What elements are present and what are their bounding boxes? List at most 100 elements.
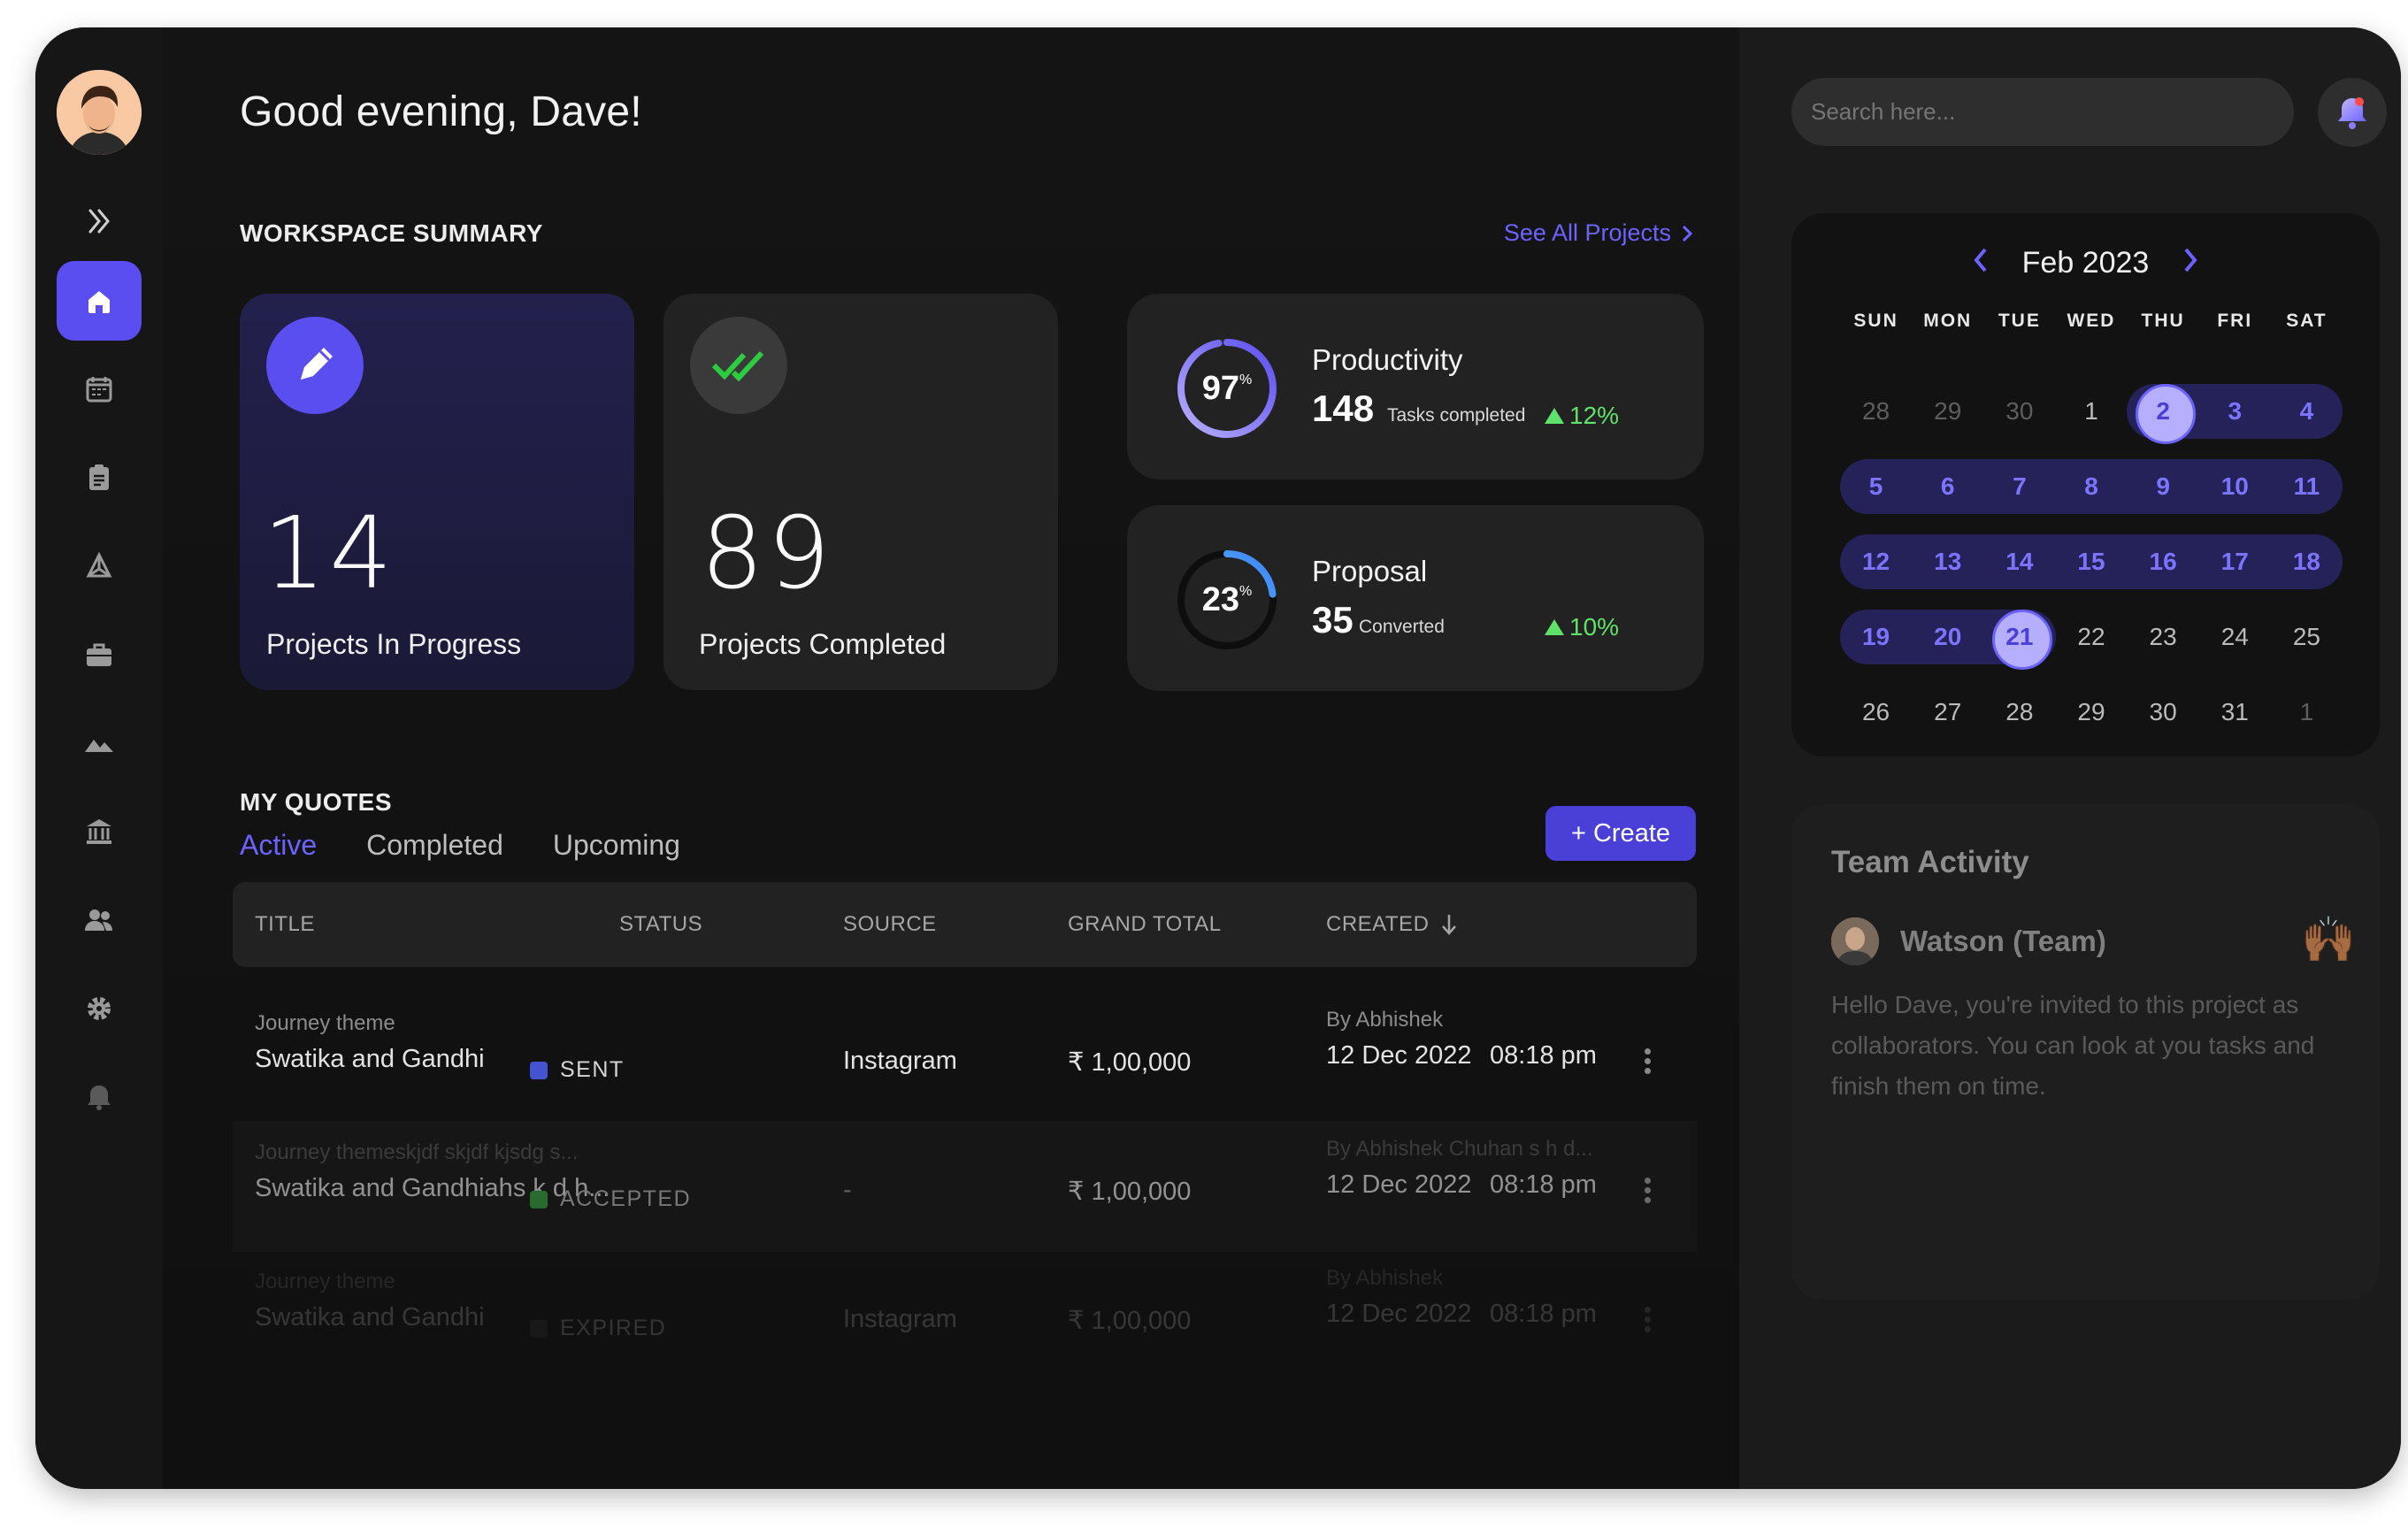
nav-users[interactable]	[57, 880, 142, 960]
calendar-day[interactable]: 24	[2199, 623, 2271, 651]
calendar-day[interactable]: 28	[1840, 397, 1912, 426]
projects-in-progress-card[interactable]: 14 Projects In Progress	[240, 294, 634, 690]
calendar-week: 5 6 7 8 9 10 11	[1840, 459, 2343, 514]
calendar-day[interactable]: 30	[1983, 397, 2055, 426]
calendar-day[interactable]: 11	[2271, 472, 2343, 501]
nav-network[interactable]	[57, 526, 142, 606]
main-content: Good evening, Dave! WORKSPACE SUMMARY Se…	[163, 27, 1739, 1489]
more-options-icon[interactable]	[1645, 1045, 1652, 1078]
col-grand-total[interactable]: GRAND TOTAL	[1068, 912, 1222, 937]
more-options-icon[interactable]	[1645, 1303, 1652, 1336]
row-date: 12 Dec 2022	[1326, 1041, 1472, 1070]
calendar-week: 28 29 30 1 2 3 4	[1840, 384, 2343, 444]
calendar-day[interactable]: 13	[1912, 548, 1983, 576]
tab-upcoming[interactable]: Upcoming	[553, 829, 680, 862]
calendar-day[interactable]: 30	[2128, 698, 2199, 726]
calendar-day[interactable]: 21	[1983, 610, 2055, 670]
home-icon	[88, 291, 110, 313]
nav-settings[interactable]	[57, 969, 142, 1048]
table-row[interactable]: Journey theme Swatika and Gandhi EXPIRED…	[233, 1250, 1697, 1381]
nav-bank[interactable]	[57, 792, 142, 871]
bank-icon	[87, 819, 111, 844]
calendar-day[interactable]: 1	[2055, 397, 2127, 426]
table-row[interactable]: Journey theme Swatika and Gandhi SENT In…	[233, 992, 1697, 1123]
briefcase-icon	[87, 643, 111, 666]
table-row[interactable]: Journey themeskjdf skjdf kjsdg s... Swat…	[233, 1121, 1697, 1252]
calendar-day[interactable]: 16	[2128, 548, 2199, 576]
nav-home[interactable]	[57, 261, 142, 341]
see-all-projects-link[interactable]: See All Projects	[1504, 219, 1694, 247]
tab-active[interactable]: Active	[240, 829, 317, 862]
nav-clipboard[interactable]	[57, 438, 142, 518]
next-month-icon[interactable]	[2181, 245, 2200, 280]
calendar-day[interactable]: 18	[2271, 548, 2343, 576]
nav-notifications[interactable]	[57, 1057, 142, 1137]
calendar-day[interactable]: 12	[1840, 548, 1912, 576]
calendar-day[interactable]: 20	[1912, 623, 1983, 651]
nav-briefcase[interactable]	[57, 615, 142, 694]
up-triangle-icon	[1545, 619, 1564, 635]
calendar: Feb 2023 SUN MON TUE WED THU FRI SAT 28 29 30 …	[1791, 213, 2380, 756]
calendar-day[interactable]: 14	[1983, 548, 2055, 576]
row-theme: Journey theme	[255, 1270, 395, 1293]
prev-month-icon[interactable]	[1971, 245, 1990, 280]
col-created[interactable]: CREATED	[1326, 912, 1457, 937]
calendar-day[interactable]: 1	[2271, 698, 2343, 726]
proposal-card[interactable]: 23% Proposal 35 Converted 10%	[1127, 505, 1704, 691]
calendar-day[interactable]: 22	[2055, 623, 2127, 651]
calendar-day[interactable]: 25	[2271, 623, 2343, 651]
search-input[interactable]	[1791, 78, 2294, 146]
row-title: Swatika and Gandhi	[255, 1045, 485, 1073]
in-progress-count: 14	[263, 496, 396, 611]
notification-button[interactable]	[2318, 78, 2387, 147]
calendar-month: Feb 2023	[2021, 245, 2150, 280]
col-source[interactable]: SOURCE	[843, 912, 937, 937]
productivity-title: Productivity	[1312, 343, 1463, 376]
col-status[interactable]: STATUS	[619, 912, 702, 937]
calendar-day[interactable]: 29	[2055, 698, 2127, 726]
expand-sidebar-button[interactable]	[57, 190, 142, 252]
avatar[interactable]	[1831, 917, 1879, 965]
calendar-icon	[86, 377, 112, 403]
quotes-tabs: Active Completed Upcoming	[240, 829, 680, 862]
productivity-card[interactable]: 97% Productivity 148 Tasks completed 12%	[1127, 294, 1704, 480]
proposal-percent: 23%	[1201, 580, 1253, 618]
row-title: Swatika and Gandhi	[255, 1303, 485, 1331]
team-message: Hello Dave, you're invited to this proje…	[1831, 991, 2315, 1100]
quotes-table-header: TITLE STATUS SOURCE GRAND TOTAL CREATED	[233, 882, 1697, 967]
projects-completed-card[interactable]: 89 Projects Completed	[663, 294, 1058, 690]
calendar-day[interactable]: 6	[1912, 472, 1983, 501]
col-title[interactable]: TITLE	[255, 912, 315, 937]
productivity-change: 12%	[1545, 402, 1619, 430]
calendar-day[interactable]: 31	[2199, 698, 2271, 726]
tab-completed[interactable]: Completed	[366, 829, 503, 862]
calendar-day[interactable]: 10	[2199, 472, 2271, 501]
calendar-day[interactable]: 29	[1912, 397, 1983, 426]
double-check-icon	[690, 317, 787, 414]
calendar-day[interactable]: 26	[1840, 698, 1912, 726]
calendar-day[interactable]: 15	[2055, 548, 2127, 576]
calendar-day[interactable]: 17	[2199, 548, 2271, 576]
more-options-icon[interactable]	[1645, 1174, 1652, 1207]
create-button[interactable]: + Create	[1545, 806, 1696, 861]
calendar-day[interactable]: 19	[1840, 623, 1912, 651]
nav-mountains[interactable]	[57, 703, 142, 783]
calendar-day[interactable]: 2	[2128, 384, 2199, 444]
calendar-week: 12 13 14 15 16 17 18	[1840, 534, 2343, 589]
row-date: 12 Dec 2022	[1326, 1170, 1472, 1199]
avatar[interactable]	[57, 70, 142, 155]
nav-calendar[interactable]	[57, 349, 142, 429]
calendar-day[interactable]: 9	[2128, 472, 2199, 501]
calendar-day[interactable]: 4	[2271, 397, 2343, 426]
calendar-day[interactable]: 23	[2128, 623, 2199, 651]
row-source: -	[843, 1176, 852, 1204]
calendar-day[interactable]: 7	[1983, 472, 2055, 501]
my-quotes-title: MY QUOTES	[240, 788, 393, 816]
calendar-day[interactable]: 28	[1983, 698, 2055, 726]
productivity-value: 148	[1312, 388, 1375, 429]
row-date: 12 Dec 2022	[1326, 1300, 1472, 1328]
calendar-day[interactable]: 3	[2199, 397, 2271, 426]
calendar-day[interactable]: 27	[1912, 698, 1983, 726]
calendar-day[interactable]: 8	[2055, 472, 2127, 501]
calendar-day[interactable]: 5	[1840, 472, 1912, 501]
